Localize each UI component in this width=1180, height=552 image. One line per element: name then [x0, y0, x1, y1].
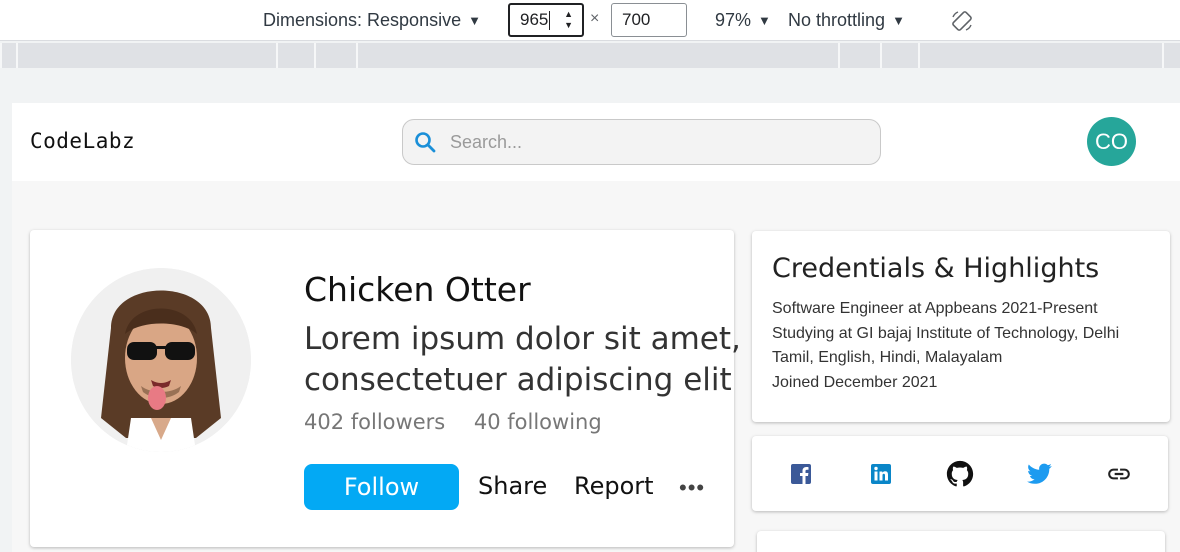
search-icon[interactable] — [405, 119, 445, 165]
rotate-button[interactable] — [950, 0, 974, 41]
credentials-list: Software Engineer at Appbeans 2021-Prese… — [772, 297, 1119, 395]
credential-item: Software Engineer at Appbeans 2021-Prese… — [772, 300, 1098, 317]
media-query-ruler[interactable] — [0, 43, 1180, 68]
spinner-up-icon[interactable]: ▲ — [564, 9, 573, 20]
rotate-icon — [952, 10, 972, 31]
search-input[interactable] — [450, 131, 850, 153]
throttling-label: No throttling — [788, 10, 886, 30]
ruler-segment[interactable] — [356, 43, 838, 68]
ruler-segment[interactable] — [1162, 43, 1180, 68]
credential-item: Studying at GI bajaj Institute of Techno… — [772, 324, 1120, 342]
emulated-viewport: CodeLabz CO — [12, 103, 1180, 552]
width-spinner[interactable]: ▲ ▼ — [564, 9, 573, 31]
link-icon[interactable] — [1104, 459, 1134, 489]
height-input[interactable]: 700 — [611, 3, 687, 37]
zoom-label: 97% — [715, 10, 752, 30]
facebook-icon[interactable] — [786, 459, 816, 489]
more-options-icon[interactable]: ••• — [679, 475, 705, 501]
spinner-down-icon[interactable]: ▼ — [564, 20, 573, 31]
zoom-dropdown[interactable]: 97% ▼ — [715, 0, 771, 41]
follow-button[interactable]: Follow — [304, 464, 459, 510]
profile-bio: Lorem ipsum dolor sit amet, consectetuer… — [304, 321, 741, 398]
ruler-segment[interactable] — [0, 43, 16, 68]
ruler-segment[interactable] — [918, 43, 1162, 68]
chevron-down-icon: ▼ — [758, 13, 771, 28]
follow-stats: 402 followers 40 following — [304, 410, 602, 434]
chevron-down-icon: ▼ — [892, 13, 905, 28]
height-value: 700 — [622, 10, 651, 29]
ruler-segment[interactable] — [314, 43, 356, 68]
ruler-segment[interactable] — [16, 43, 276, 68]
app-header: CodeLabz CO — [12, 103, 1180, 181]
dimension-separator: × — [590, 10, 600, 27]
twitter-icon[interactable] — [1024, 459, 1054, 489]
ruler-segment[interactable] — [880, 43, 918, 68]
dimensions-dropdown[interactable]: Dimensions: Responsive ▼ — [263, 0, 481, 41]
chevron-down-icon: ▼ — [468, 13, 481, 28]
share-button[interactable]: Share — [478, 472, 547, 500]
profile-photo — [71, 268, 251, 452]
width-value: 965 — [520, 10, 549, 29]
ruler-segment[interactable] — [838, 43, 880, 68]
throttling-dropdown[interactable]: No throttling ▼ — [788, 0, 905, 41]
credentials-title: Credentials & Highlights — [772, 253, 1100, 284]
devtools-device-toolbar: Dimensions: Responsive ▼ 965 ▲ ▼ × 700 9… — [0, 0, 1180, 41]
linkedin-icon[interactable] — [866, 459, 896, 489]
credential-item: Joined December 2021 — [772, 373, 938, 391]
ruler-segment[interactable] — [276, 43, 314, 68]
width-input[interactable]: 965 ▲ ▼ — [508, 3, 584, 37]
credential-item: Tamil, English, Hindi, Malayalam — [772, 349, 1003, 366]
dimensions-label: Dimensions: Responsive — [263, 10, 462, 30]
report-button[interactable]: Report — [574, 472, 654, 500]
followers-count[interactable]: 402 followers — [304, 410, 445, 434]
next-card — [757, 531, 1165, 552]
github-icon[interactable] — [945, 459, 975, 489]
following-count[interactable]: 40 following — [474, 410, 602, 434]
search-bar[interactable] — [402, 119, 881, 165]
user-avatar[interactable]: CO — [1087, 117, 1136, 166]
social-links-card — [752, 436, 1168, 511]
credentials-card: Credentials & Highlights Software Engine… — [752, 231, 1170, 422]
profile-name: Chicken Otter — [304, 270, 531, 309]
profile-card: Chicken Otter Lorem ipsum dolor sit amet… — [30, 230, 741, 547]
text-cursor — [549, 10, 551, 30]
app-logo[interactable]: CodeLabz — [30, 129, 135, 153]
